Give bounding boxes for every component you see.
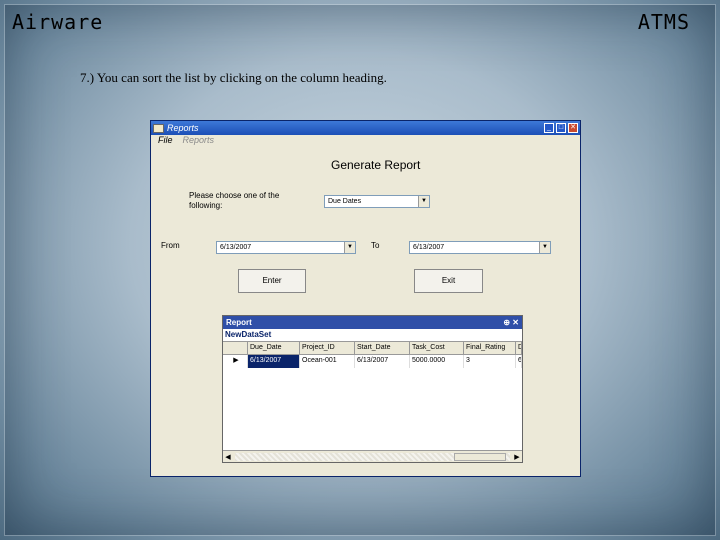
- column-header-due-date[interactable]: Due_Date: [248, 342, 300, 355]
- cell-due-date[interactable]: 6/13/2007: [248, 355, 300, 368]
- grid-header: Due_Date Project_ID Start_Date Task_Cost…: [223, 342, 522, 355]
- scroll-thumb[interactable]: [454, 452, 506, 461]
- to-label: To: [371, 241, 380, 250]
- enter-button[interactable]: Enter: [238, 269, 306, 293]
- choose-label: Please choose one of the following:: [189, 191, 280, 210]
- cell-task-cost[interactable]: 5000.0000: [410, 355, 464, 368]
- table-row[interactable]: ▶ 6/13/2007 Ocean-001 6/13/2007 5000.000…: [223, 355, 522, 368]
- report-title: Report: [226, 318, 252, 327]
- column-header-task-cost[interactable]: Task_Cost: [410, 342, 464, 355]
- scroll-left-icon[interactable]: ◀: [223, 453, 233, 461]
- dropdown-arrow-icon[interactable]: ▼: [539, 242, 550, 253]
- cell-start-date[interactable]: 6/13/2007: [355, 355, 410, 368]
- menubar: File Reports: [151, 135, 580, 148]
- dataset-name: NewDataSet: [223, 329, 522, 342]
- horizontal-scrollbar[interactable]: ◀ ▶: [223, 450, 522, 462]
- column-header-project-id[interactable]: Project_ID: [300, 342, 355, 355]
- from-date-picker[interactable]: 6/13/2007 ▼: [216, 241, 356, 254]
- report-titlebar: Report ⊕ ✕: [223, 316, 522, 329]
- minimize-icon[interactable]: _: [544, 123, 554, 133]
- report-panel: Report ⊕ ✕ NewDataSet Due_Date Project_I…: [222, 315, 523, 463]
- column-header-truncated[interactable]: D: [516, 342, 522, 355]
- menu-file[interactable]: File: [158, 135, 173, 148]
- to-date-picker[interactable]: 6/13/2007 ▼: [409, 241, 551, 254]
- exit-button[interactable]: Exit: [414, 269, 483, 293]
- instruction-text: 7.) You can sort the list by clicking on…: [80, 70, 387, 85]
- row-pointer-icon: ▶: [223, 355, 248, 368]
- cell-truncated[interactable]: 6: [516, 355, 522, 368]
- close-icon[interactable]: ✕: [568, 123, 578, 133]
- column-header-final-rating[interactable]: Final_Rating: [464, 342, 516, 355]
- report-type-value: Due Dates: [328, 198, 362, 205]
- window-controls: _ □ ✕: [544, 123, 578, 133]
- reports-window: Reports _ □ ✕ File Reports Generate Repo…: [150, 120, 581, 477]
- maximize-icon[interactable]: □: [556, 123, 566, 133]
- from-date-value: 6/13/2007: [220, 244, 252, 251]
- row-header-corner: [223, 342, 248, 355]
- window-titlebar[interactable]: Reports _ □ ✕: [151, 121, 580, 135]
- brand-airware: Airware: [12, 10, 104, 34]
- scroll-track[interactable]: [235, 452, 510, 461]
- brand-atms: ATMS: [637, 10, 690, 34]
- pin-close-icon[interactable]: ⊕ ✕: [503, 316, 519, 329]
- to-date-value: 6/13/2007: [413, 244, 445, 251]
- from-label: From: [161, 241, 180, 250]
- report-type-select[interactable]: Due Dates ▼: [324, 195, 430, 208]
- menu-reports[interactable]: Reports: [183, 135, 215, 148]
- dropdown-arrow-icon[interactable]: ▼: [418, 196, 429, 207]
- app-icon: [153, 123, 164, 133]
- page-title: Generate Report: [331, 158, 421, 172]
- column-header-start-date[interactable]: Start_Date: [355, 342, 410, 355]
- cell-final-rating[interactable]: 3: [464, 355, 516, 368]
- window-title: Reports: [167, 123, 199, 133]
- cell-project-id[interactable]: Ocean-001: [300, 355, 355, 368]
- dropdown-arrow-icon[interactable]: ▼: [344, 242, 355, 253]
- scroll-right-icon[interactable]: ▶: [512, 453, 522, 461]
